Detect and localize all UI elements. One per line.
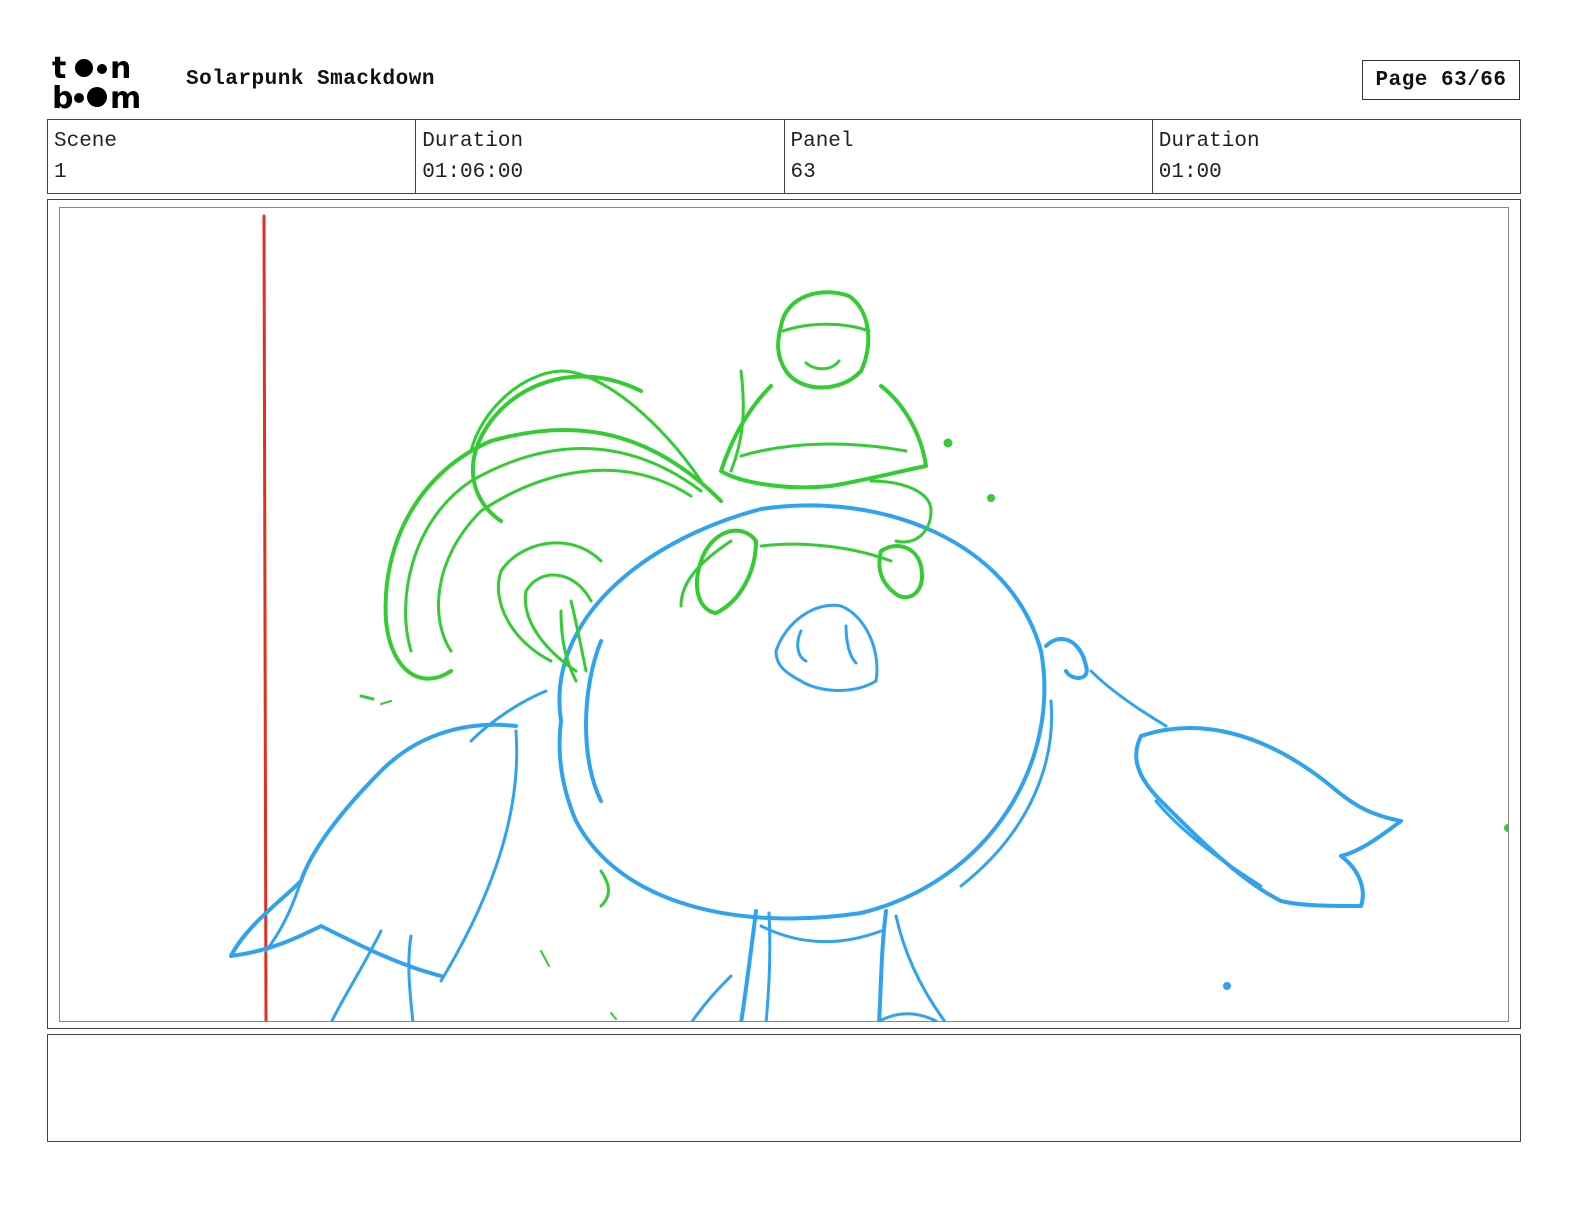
panel-value: 63 bbox=[790, 161, 816, 184]
guide-line bbox=[262, 214, 268, 1021]
svg-text:m: m bbox=[110, 81, 141, 112]
panel-image bbox=[59, 207, 1509, 1022]
panel-duration-cell: Duration 01:00 bbox=[1153, 120, 1520, 193]
toon-boom-logo: t n b m bbox=[52, 52, 141, 112]
project-title: Solarpunk Smackdown bbox=[186, 68, 435, 91]
rider-sketch bbox=[359, 290, 1508, 1020]
svg-text:b: b bbox=[52, 81, 73, 112]
storyboard-sketch bbox=[229, 214, 1508, 1021]
scene-label: Scene bbox=[54, 130, 118, 153]
notes-box bbox=[47, 1034, 1521, 1142]
scene-duration-value: 01:06:00 bbox=[422, 161, 524, 184]
scene-value: 1 bbox=[54, 161, 67, 184]
panel-duration-label: Duration bbox=[1158, 130, 1260, 153]
scene-duration-cell: Duration 01:06:00 bbox=[416, 120, 785, 193]
panel-cell: Panel 63 bbox=[785, 120, 1153, 193]
page-indicator: Page 63/66 bbox=[1362, 60, 1520, 100]
panel-label: Panel bbox=[790, 130, 854, 153]
scene-duration-label: Duration bbox=[422, 130, 524, 153]
creature-sketch bbox=[229, 503, 1403, 1021]
panel-duration-value: 01:00 bbox=[1158, 161, 1222, 184]
panel-info-row: Scene 1 Duration 01:06:00 Panel 63 Durat… bbox=[47, 119, 1521, 194]
scene-cell: Scene 1 bbox=[48, 120, 417, 193]
